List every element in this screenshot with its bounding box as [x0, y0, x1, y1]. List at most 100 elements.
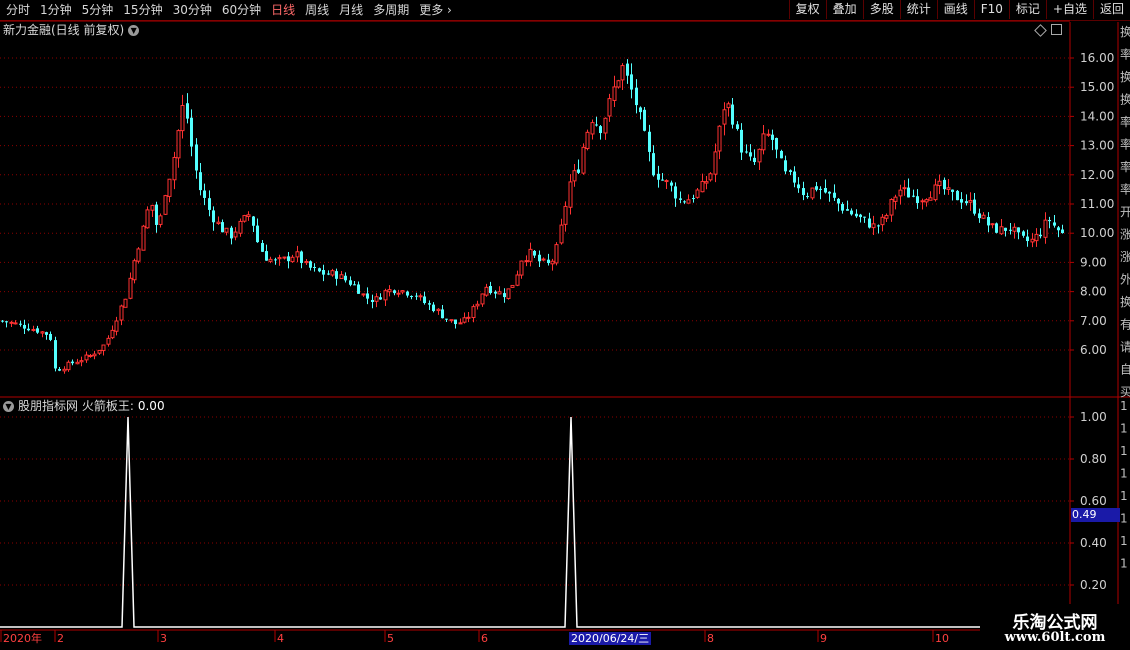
- candle-body: [819, 188, 822, 190]
- candle-body: [172, 156, 177, 181]
- selected-date-label: 2020/06/24/三: [569, 632, 652, 645]
- candle-body: [128, 277, 133, 299]
- candle-body: [265, 251, 268, 261]
- candle-body: [771, 134, 774, 140]
- candle-body: [683, 201, 686, 203]
- candle-body: [1004, 227, 1007, 231]
- info-panel-glyph: 1: [1120, 444, 1128, 458]
- candle-body: [585, 131, 590, 150]
- candle-body: [1053, 222, 1056, 226]
- candle-body: [45, 332, 48, 335]
- candle-body: [335, 271, 338, 279]
- candle-body: [1012, 226, 1017, 232]
- candle-body: [859, 214, 862, 218]
- info-panel-glyph: 换: [1120, 295, 1130, 309]
- candle-body: [717, 125, 722, 152]
- candle-body: [700, 180, 705, 193]
- candle-body: [400, 290, 405, 293]
- candle-body: [1043, 219, 1048, 238]
- candle-body: [951, 189, 954, 192]
- candle-body: [916, 196, 919, 204]
- candle-body: [110, 329, 115, 339]
- candle-body: [657, 173, 660, 180]
- candle-body: [538, 254, 541, 262]
- candle-body: [766, 133, 771, 136]
- candle-body: [920, 200, 925, 203]
- candle-body: [66, 361, 71, 371]
- candle-body: [290, 256, 295, 263]
- candle-body: [943, 179, 946, 190]
- candle-body: [79, 360, 84, 363]
- candle-body: [480, 293, 485, 305]
- candle-body: [415, 295, 418, 297]
- time-tick-label: 3: [160, 632, 167, 645]
- info-panel-glyph: 买: [1120, 385, 1130, 399]
- info-panel-glyph: 涨: [1120, 227, 1130, 242]
- candle-body: [318, 268, 321, 272]
- watermark: 乐淘公式网 www.60lt.com: [980, 604, 1130, 650]
- candle-body: [71, 361, 74, 364]
- candle-body: [357, 284, 360, 294]
- candle-body: [652, 153, 655, 176]
- candle-body: [136, 248, 141, 262]
- candle-body: [31, 328, 36, 331]
- candle-body: [506, 288, 511, 299]
- candle-body: [824, 188, 827, 193]
- candle-body: [595, 124, 598, 126]
- candle-body: [990, 223, 995, 226]
- candle-body: [282, 256, 287, 259]
- indicator-tick-label: 0.20: [1080, 578, 1107, 592]
- candle-body: [13, 322, 18, 325]
- candle-body: [590, 122, 595, 135]
- candle-body: [436, 308, 441, 312]
- candle-body: [797, 184, 800, 189]
- candle-body: [643, 109, 646, 131]
- info-panel-glyph: 率: [1120, 137, 1130, 152]
- price-tick-label: 7.00: [1080, 314, 1107, 328]
- cursor-value-readout: 0.49: [1071, 508, 1120, 522]
- candle-body: [550, 260, 555, 265]
- candle-body: [664, 180, 669, 183]
- candle-body: [233, 231, 238, 238]
- price-tick-label: 10.00: [1080, 226, 1114, 240]
- candle-body: [304, 260, 309, 264]
- candle-body: [757, 148, 762, 163]
- candle-body: [101, 344, 106, 352]
- candle-body: [330, 270, 335, 276]
- price-tick-label: 11.00: [1080, 197, 1114, 211]
- price-tick-label: 16.00: [1080, 51, 1114, 65]
- chart-canvas[interactable]: 16.0015.0014.0013.0012.0011.0010.009.008…: [0, 0, 1130, 650]
- candle-body: [626, 63, 629, 76]
- candle-body: [75, 361, 80, 365]
- candle-body: [242, 215, 247, 222]
- candle-body: [410, 296, 413, 298]
- candle-body: [379, 297, 382, 300]
- watermark-url: www.60lt.com: [1004, 630, 1106, 645]
- candle-body: [616, 80, 621, 88]
- candle-body: [1048, 220, 1051, 222]
- price-tick-label: 14.00: [1080, 109, 1114, 123]
- candle-body: [466, 316, 471, 319]
- candle-body: [208, 198, 211, 210]
- candle-body: [256, 225, 259, 243]
- candle-body: [383, 290, 388, 301]
- candle-body: [661, 179, 664, 181]
- time-tick-label: 4: [277, 632, 284, 645]
- candle-body: [965, 201, 968, 204]
- candle-body: [893, 196, 898, 202]
- candle-body: [898, 189, 903, 197]
- candle-body: [1026, 236, 1029, 242]
- candle-body: [789, 170, 792, 173]
- candle-body: [635, 87, 638, 106]
- info-panel-glyph: 1: [1120, 489, 1128, 503]
- candle-body: [180, 105, 185, 132]
- candle-body: [176, 130, 181, 159]
- candle-body: [780, 150, 783, 159]
- candle-body: [497, 291, 502, 295]
- candle-body: [366, 293, 369, 299]
- candle-body: [150, 204, 155, 211]
- candle-body: [793, 171, 796, 183]
- price-tick-label: 8.00: [1080, 285, 1107, 299]
- candle-body: [519, 260, 524, 276]
- time-tick-label: 5: [387, 632, 394, 645]
